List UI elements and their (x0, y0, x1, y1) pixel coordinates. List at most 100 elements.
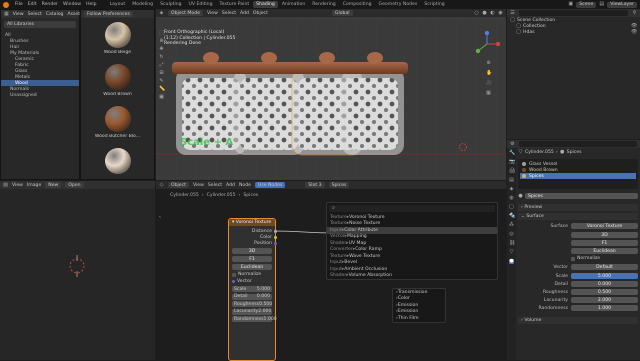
workspace-tab-rendering[interactable]: Rendering (309, 1, 338, 8)
material-preview-icon[interactable]: ◐ (490, 10, 495, 16)
volume-section[interactable]: › Volume (518, 317, 638, 324)
navigation-gizmo[interactable] (474, 31, 500, 57)
workspace-tab-scripting[interactable]: Scripting (421, 1, 447, 8)
menu-help[interactable]: Help (86, 2, 96, 7)
particles-tab-icon[interactable]: ⁂ (509, 223, 514, 228)
workspace-tab-geometry-nodes[interactable]: Geometry Nodes (376, 1, 421, 8)
filter-icon[interactable]: ⚲ (632, 10, 637, 16)
voronoi-field-lacunarity[interactable]: Lacunarity 2.000 (232, 308, 272, 315)
menu-render[interactable]: Render (42, 2, 58, 7)
voronoi-field-detail[interactable]: Detail 0.000 (232, 293, 272, 300)
workspace-tab-shading[interactable]: Shading (253, 1, 278, 8)
mode-select[interactable]: Object Mode (168, 10, 203, 16)
zoom-icon[interactable]: ⊕ (486, 61, 491, 66)
properties-search-input[interactable] (519, 141, 637, 147)
scale-tool-icon[interactable]: ⤢ (159, 63, 164, 68)
node-menu-view[interactable]: View (193, 183, 204, 188)
modifier-tab-icon[interactable]: 🔩 (509, 214, 515, 219)
use-nodes-toggle[interactable]: Use Nodes (254, 182, 286, 188)
physics-tab-icon[interactable]: ◎ (509, 232, 514, 237)
output-tab-icon[interactable]: 🖨 (509, 169, 515, 174)
prop-feature-select[interactable]: F1 (571, 240, 638, 246)
viewport-menu-view[interactable]: View (207, 11, 218, 16)
voronoi-field-scale[interactable]: Scale 5.000 (232, 286, 272, 292)
workspace-tab-animation[interactable]: Animation (279, 1, 308, 8)
view-layer-tab-icon[interactable]: ▤ (509, 178, 514, 183)
shader-editor[interactable]: ◇ Object View Select Add Node Use Nodes … (156, 181, 506, 361)
workspace-tab-texture-paint[interactable]: Texture Paint (217, 1, 253, 8)
menu-edit[interactable]: Edit (28, 2, 37, 7)
menu-window[interactable]: Window (63, 2, 81, 7)
transform-tool-icon[interactable]: ⊞ (159, 71, 164, 76)
perspective-toggle-icon[interactable]: ▦ (486, 91, 491, 96)
voronoi-texture-node[interactable]: ▾ Voronoi Texture Distance Color Position … (228, 218, 277, 361)
menu-file[interactable]: File (15, 2, 23, 7)
world-tab-icon[interactable]: ◍ (509, 196, 514, 201)
wireframe-shading-icon[interactable]: ○ (474, 10, 479, 16)
new-image-button[interactable]: New (45, 182, 62, 188)
asset-thumbnail[interactable]: Wood Brown (91, 64, 144, 97)
add-cube-tool-icon[interactable]: ▣ (159, 95, 164, 100)
material-tab-icon[interactable]: ● (509, 259, 514, 264)
rotate-tool-icon[interactable]: ↻ (159, 55, 164, 60)
slot-select[interactable]: Slot 3 (305, 182, 325, 188)
search-result-item[interactable]: Shader ▸ Volume Absorption (327, 273, 497, 280)
material-name-field[interactable]: Spices (525, 193, 638, 199)
solid-shading-icon[interactable]: ● (482, 10, 487, 16)
prop-field-value[interactable]: 0.500 (571, 289, 638, 295)
voronoi-field-randomness[interactable]: Randomness 1.000 (232, 316, 277, 322)
voronoi-feature-select[interactable]: F1 (232, 256, 272, 262)
library-select[interactable]: All Libraries (4, 21, 76, 28)
outliner-editor-icon[interactable]: ☰ (510, 10, 515, 16)
scene-selector[interactable]: Scene (576, 1, 597, 8)
transform-orientation-select[interactable]: Global (331, 10, 353, 16)
import-method-select[interactable]: Follow Preferences (84, 11, 133, 17)
prop-metric-select[interactable]: Euclidean (571, 248, 638, 254)
asset-menu-asset[interactable]: Asset (67, 12, 80, 17)
viewport-menu-object[interactable]: Object (253, 11, 268, 16)
data-tab-icon[interactable]: ▽ (509, 250, 514, 255)
asset-thumbnail[interactable] (91, 148, 144, 176)
voronoi-field-roughness[interactable]: Roughness 0.500 (232, 301, 272, 307)
search-field[interactable]: ⌕ (329, 205, 495, 212)
output-socket[interactable] (274, 241, 277, 245)
node-collapse-icon[interactable]: ▾ (232, 220, 234, 225)
image-menu-image[interactable]: Image (27, 183, 41, 188)
voronoi-dimension-select[interactable]: 3D (232, 248, 272, 254)
surface-section[interactable]: ⌄ Surface (518, 213, 638, 220)
visibility-icon[interactable]: 👁 (631, 29, 637, 35)
render-tab-icon[interactable]: 📷 (509, 160, 515, 165)
prop-field-value[interactable]: 1.000 (571, 305, 638, 311)
viewport-menu-add[interactable]: Add (240, 11, 249, 16)
vector-input-select[interactable]: Default (571, 264, 638, 270)
image-editor-icon[interactable]: ▨ (3, 182, 8, 188)
material-slot[interactable]: Spices (520, 173, 636, 179)
asset-thumbnail[interactable]: Wood Butcher Blo... (91, 106, 144, 139)
prop-field-value[interactable]: 0.000 (571, 281, 638, 287)
node-menu-node[interactable]: Node (239, 183, 251, 188)
normalize-checkbox[interactable] (232, 272, 236, 277)
voronoi-normalize[interactable]: Normalize (232, 272, 272, 277)
viewport-editor-icon[interactable]: ◈ (159, 10, 164, 16)
workspace-tab-modeling[interactable]: Modeling (129, 1, 156, 8)
3d-viewport[interactable]: ◈ Object Mode View Select Add Object Glo… (156, 9, 506, 180)
material-select[interactable]: Spices (328, 182, 350, 188)
image-menu-view[interactable]: View (12, 183, 23, 188)
workspace-tab-sculpting[interactable]: Sculpting (157, 1, 184, 8)
prop-normalize-checkbox[interactable] (571, 256, 575, 261)
rendered-shading-icon[interactable]: ◉ (498, 10, 503, 16)
move-tool-icon[interactable]: ✥ (159, 47, 164, 52)
outliner-item[interactable]: ▢ Hdas 👁 (507, 29, 640, 35)
workspace-tab-layout[interactable]: Layout (107, 1, 129, 8)
outliner-search-input[interactable] (519, 10, 628, 16)
prop-field-value[interactable]: 2.000 (571, 297, 638, 303)
node-menu-add[interactable]: Add (226, 183, 235, 188)
pan-icon[interactable]: ✋ (486, 71, 492, 76)
voronoi-metric-select[interactable]: Euclidean (232, 264, 272, 270)
prop-normalize[interactable]: Normalize (571, 256, 638, 261)
camera-view-icon[interactable]: 🎥 (486, 81, 492, 86)
voronoi-node-header[interactable]: ▾ Voronoi Texture (229, 219, 275, 226)
view-layer-selector[interactable]: ViewLayer (607, 1, 637, 8)
tool-tab-icon[interactable]: 🔧 (509, 151, 515, 156)
jar-4[interactable] (338, 52, 408, 155)
